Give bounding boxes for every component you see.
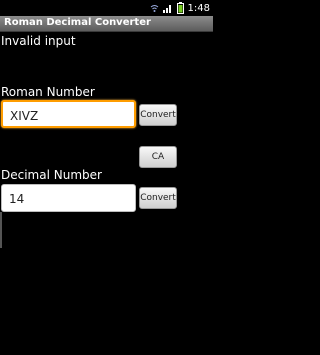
title-bar: Roman Decimal Converter [0,16,213,32]
status-icons: 1:48 [150,1,210,15]
battery-icon [176,2,184,14]
decimal-number-label: Decimal Number [1,168,102,182]
roman-number-input[interactable]: XIVZ [1,100,136,128]
convert-decimal-button[interactable]: Convert [139,187,177,209]
roman-number-label: Roman Number [1,85,95,99]
app-title: Roman Decimal Converter [4,17,151,28]
scroll-edge [0,212,2,248]
decimal-number-input[interactable]: 14 [1,184,136,212]
status-bar: 1:48 [0,0,213,16]
status-time: 1:48 [187,2,210,14]
error-message: Invalid input [1,34,76,48]
clear-all-button[interactable]: CA [139,146,177,168]
wifi-icon [150,5,158,12]
signal-icon [162,5,171,13]
convert-roman-button[interactable]: Convert [139,104,177,126]
